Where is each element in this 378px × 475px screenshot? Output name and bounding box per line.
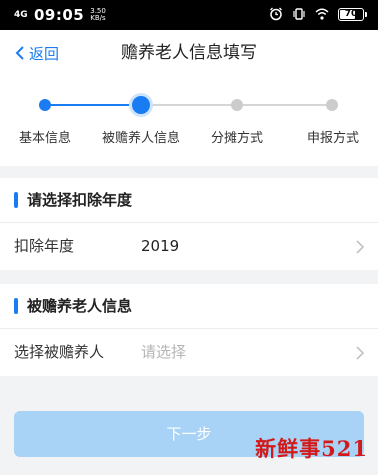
chevron-right-icon bbox=[356, 240, 364, 254]
step-dot-declaration bbox=[326, 99, 338, 111]
watermark: 新鲜事521 bbox=[255, 436, 368, 461]
network-speed: 3.50 KB/s bbox=[90, 7, 106, 22]
step-dot-supported-person bbox=[132, 96, 150, 114]
row-label: 扣除年度 bbox=[14, 237, 75, 255]
step-dot-allocation bbox=[231, 99, 243, 111]
battery-level: 70 bbox=[344, 8, 358, 19]
vibrate-icon bbox=[293, 8, 305, 20]
step-dot-basic-info bbox=[39, 99, 51, 111]
step-label-declaration: 申报方式 bbox=[306, 131, 359, 146]
step-connector-3 bbox=[237, 104, 332, 106]
chevron-right-icon bbox=[356, 346, 364, 360]
step-label-basic-info: 基本信息 bbox=[18, 131, 71, 146]
step-label-supported-person: 被赡养人信息 bbox=[101, 131, 180, 146]
step-label-allocation: 分摊方式 bbox=[210, 131, 263, 146]
clock: 09:05 bbox=[34, 6, 85, 24]
alarm-icon bbox=[270, 7, 282, 21]
select-elder-placeholder: 请选择 bbox=[141, 343, 187, 361]
deduction-year-row[interactable]: 扣除年度 2019 bbox=[0, 222, 378, 270]
battery-icon: 70 bbox=[338, 7, 367, 21]
section-elder-info: 被赡养老人信息 bbox=[0, 284, 378, 328]
section-title: 被赡养老人信息 bbox=[27, 297, 133, 315]
page-title: 赡养老人信息填写 bbox=[121, 43, 257, 63]
step-connector-1 bbox=[45, 104, 141, 106]
status-bar: 4G 09:05 3.50 KB/s 70 bbox=[0, 0, 378, 30]
section-title: 请选择扣除年度 bbox=[27, 191, 133, 209]
row-label: 选择被赡养人 bbox=[14, 343, 105, 361]
step-progress: 基本信息 被赡养人信息 分摊方式 申报方式 bbox=[0, 76, 378, 166]
nav-bar: 返回 赡养老人信息填写 bbox=[0, 30, 378, 76]
wifi-icon bbox=[315, 8, 329, 20]
section-deduction-year: 请选择扣除年度 bbox=[0, 178, 378, 222]
select-elder-row[interactable]: 选择被赡养人 请选择 bbox=[0, 328, 378, 376]
network-indicator: 4G bbox=[14, 9, 28, 20]
section-accent-bar bbox=[14, 192, 18, 208]
section-accent-bar bbox=[14, 298, 18, 314]
step-connector-2 bbox=[141, 104, 237, 106]
deduction-year-value: 2019 bbox=[141, 237, 180, 255]
